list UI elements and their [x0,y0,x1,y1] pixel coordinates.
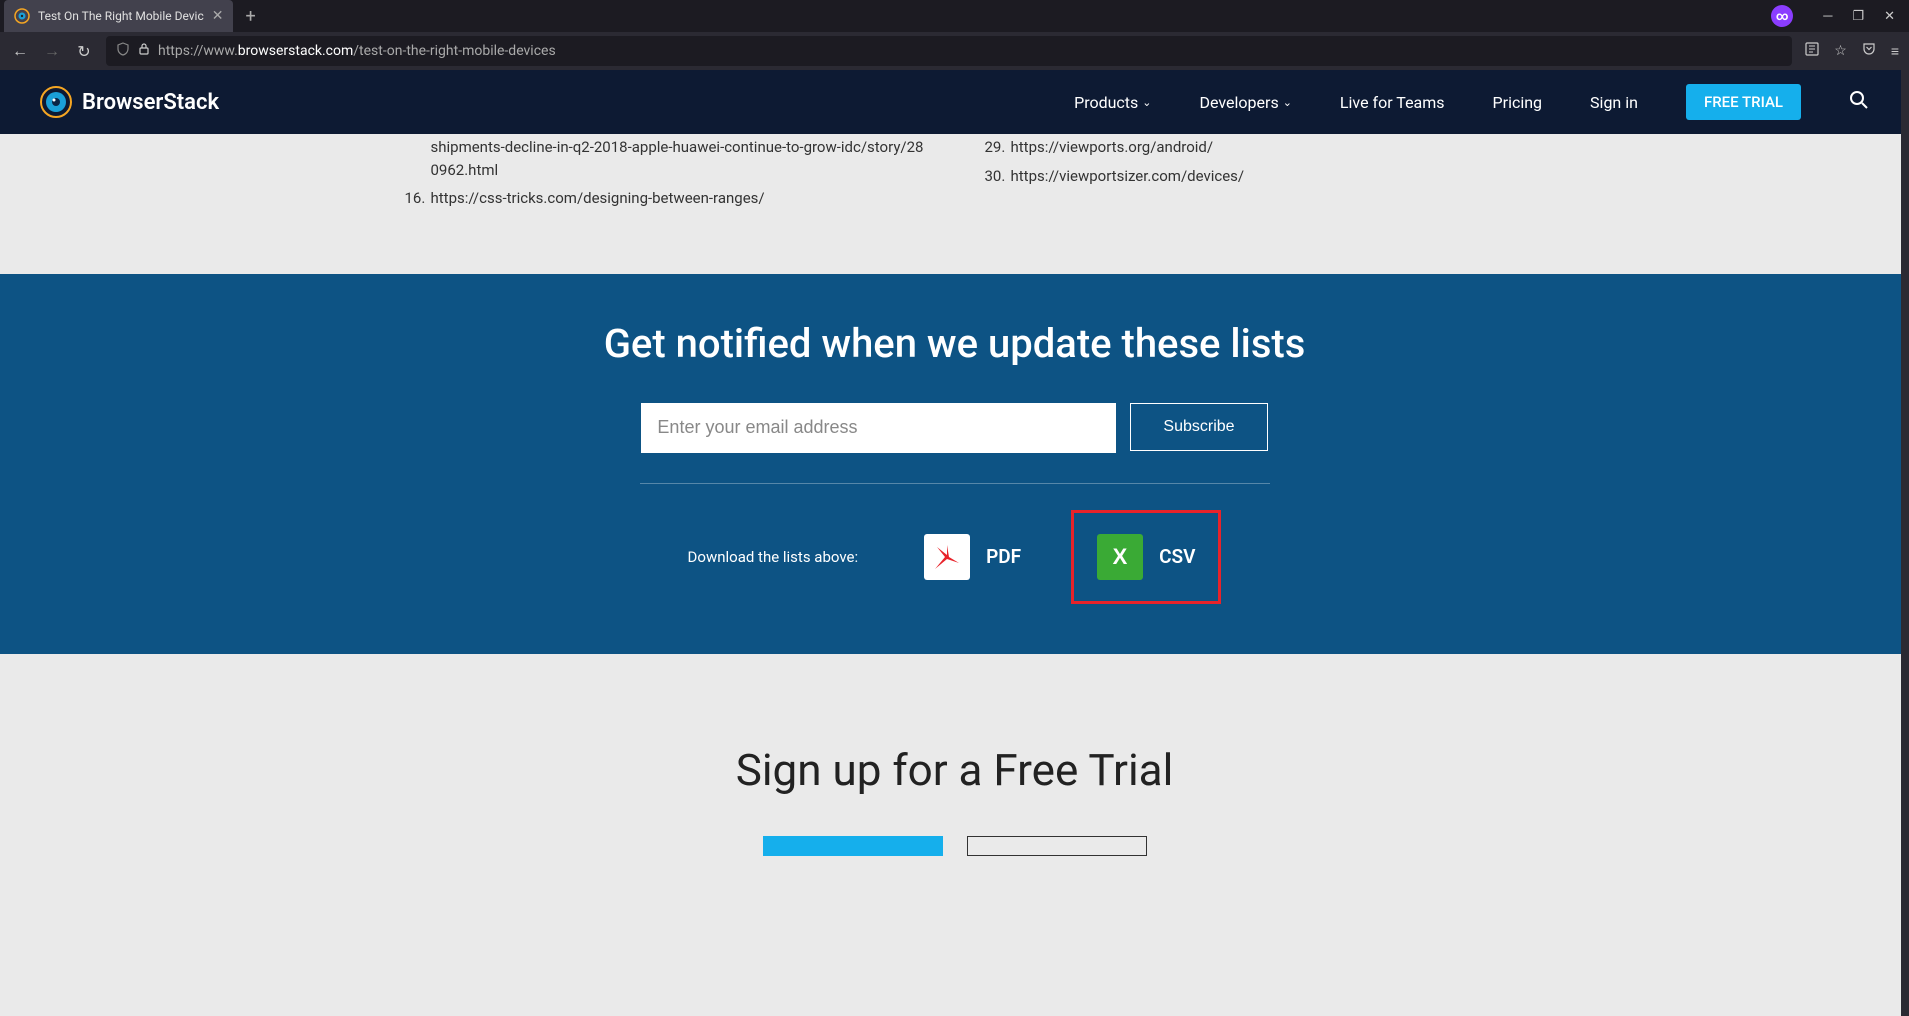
csv-label: CSV [1159,545,1195,568]
references-section: shipments-decline-in-q2-2018-apple-huawe… [0,134,1909,274]
reference-item: 16. https://css-tricks.com/designing-bet… [405,185,925,214]
references-left-column: shipments-decline-in-q2-2018-apple-huawe… [405,134,925,214]
nav-sign-in[interactable]: Sign in [1590,93,1638,112]
search-icon[interactable] [1849,90,1869,115]
pocket-icon[interactable] [1861,41,1877,61]
forward-icon[interactable]: → [42,41,62,61]
email-row: Subscribe [0,403,1909,453]
download-row: Download the lists above: PDF X CSV [0,510,1909,604]
reload-icon[interactable]: ↻ [74,42,94,61]
url-text: https://www.browserstack.com/test-on-the… [158,43,556,59]
nav-menu: Products⌄ Developers⌄ Live for Teams Pri… [1074,84,1869,120]
references-right-column: 29. https://viewports.org/android/ 30. h… [985,134,1505,214]
reference-item: 30. https://viewportsizer.com/devices/ [985,163,1505,192]
nav-pricing[interactable]: Pricing [1493,93,1543,112]
window-controls: ∞ ─ ❐ ✕ [1771,2,1909,30]
signup-secondary-button[interactable] [967,836,1147,856]
pdf-icon [924,534,970,580]
new-tab-button[interactable]: + [233,6,267,27]
reference-item: 29. https://viewports.org/android/ [985,134,1505,163]
browser-chrome: Test On The Right Mobile Devic ✕ + ∞ ─ ❐… [0,0,1909,70]
csv-icon: X [1097,534,1143,580]
logo[interactable]: BrowserStack [40,86,219,118]
minimize-icon[interactable]: ─ [1817,2,1838,30]
page-viewport: BrowserStack Products⌄ Developers⌄ Live … [0,70,1909,1016]
tab-close-icon[interactable]: ✕ [212,8,224,24]
pdf-label: PDF [986,545,1021,568]
browser-tab[interactable]: Test On The Right Mobile Devic ✕ [4,0,233,32]
menu-icon[interactable]: ≡ [1891,43,1899,60]
scrollbar[interactable] [1901,70,1909,1016]
nav-products[interactable]: Products⌄ [1074,93,1151,112]
favicon-icon [14,8,30,24]
nav-developers[interactable]: Developers⌄ [1200,93,1292,112]
chevron-down-icon: ⌄ [1142,96,1151,109]
site-header: BrowserStack Products⌄ Developers⌄ Live … [0,70,1909,134]
tab-title: Test On The Right Mobile Devic [38,9,204,23]
extension-icon[interactable]: ∞ [1771,5,1793,27]
notify-title: Get notified when we update these lists [0,320,1909,367]
divider [640,483,1270,484]
reader-icon[interactable] [1804,41,1820,61]
download-csv[interactable]: X CSV [1071,510,1221,604]
shield-icon [116,42,130,60]
signup-buttons [0,836,1909,856]
download-label: Download the lists above: [688,548,859,566]
signup-title: Sign up for a Free Trial [0,744,1909,796]
bookmark-icon[interactable]: ☆ [1834,43,1847,59]
tab-bar: Test On The Right Mobile Devic ✕ + ∞ ─ ❐… [0,0,1909,32]
subscribe-button[interactable]: Subscribe [1130,403,1267,451]
chevron-down-icon: ⌄ [1283,96,1292,109]
toolbar-right: ☆ ≡ [1804,41,1899,61]
signup-section: Sign up for a Free Trial [0,654,1909,896]
nav-bar: ← → ↻ https://www.browserstack.com/test-… [0,32,1909,70]
notify-section: Get notified when we update these lists … [0,274,1909,654]
nav-live-for-teams[interactable]: Live for Teams [1340,93,1445,112]
reference-item: shipments-decline-in-q2-2018-apple-huawe… [405,134,925,185]
close-window-icon[interactable]: ✕ [1878,3,1901,30]
maximize-icon[interactable]: ❐ [1846,3,1870,30]
logo-text: BrowserStack [82,90,219,115]
lock-icon [138,42,150,60]
email-input[interactable] [641,403,1116,453]
svg-text:X: X [1113,544,1128,569]
url-bar[interactable]: https://www.browserstack.com/test-on-the… [106,36,1792,66]
signup-primary-button[interactable] [763,836,943,856]
references-columns: shipments-decline-in-q2-2018-apple-huawe… [405,134,1505,214]
free-trial-button[interactable]: FREE TRIAL [1686,84,1801,120]
download-pdf[interactable]: PDF [898,510,1047,604]
browserstack-logo-icon [40,86,72,118]
back-icon[interactable]: ← [10,41,30,61]
